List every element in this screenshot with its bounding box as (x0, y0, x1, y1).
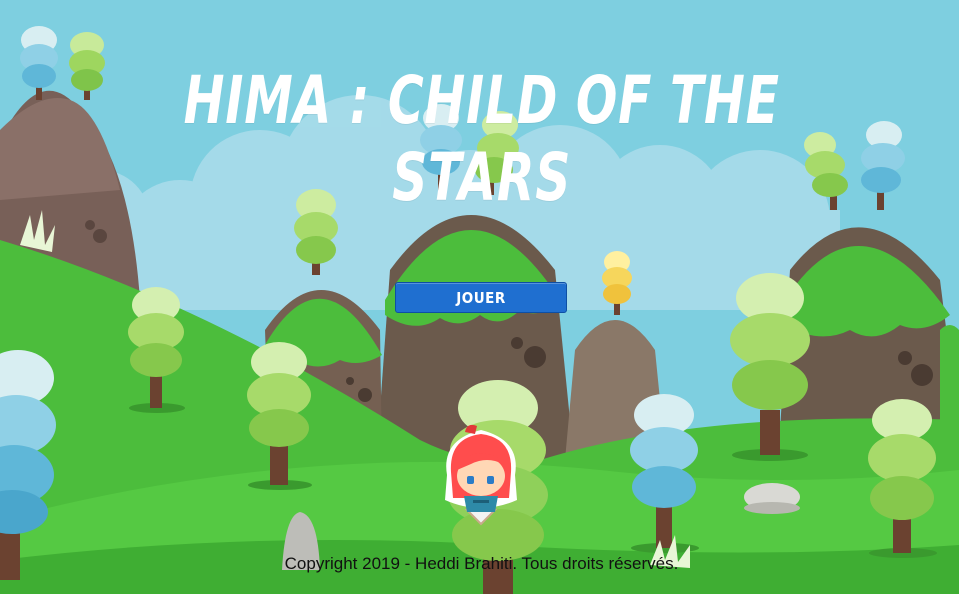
play-button[interactable]: JOUER (395, 282, 567, 313)
game-title: HIMA : CHILD OF THE STARS (183, 62, 780, 216)
game-scene: HIMA : CHILD OF THE STARS JOUER Copyrigh… (0, 0, 959, 594)
hima-character-icon (445, 424, 517, 526)
copyright-notice: Copyright 2019 - Heddi Brahiti. Tous dro… (284, 554, 679, 573)
